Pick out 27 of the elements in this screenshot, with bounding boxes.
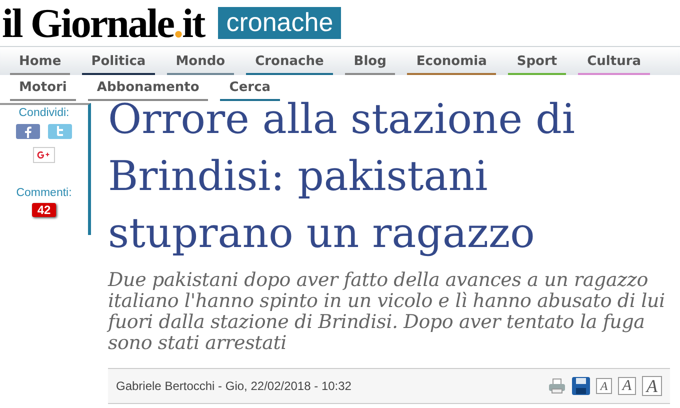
facebook-icon[interactable] <box>16 124 40 139</box>
nav-link[interactable]: Economia <box>407 54 496 75</box>
save-icon[interactable] <box>572 377 590 395</box>
nav-link[interactable]: Politica <box>82 54 155 75</box>
font-size-button[interactable]: A <box>618 377 636 395</box>
printer-icon[interactable] <box>548 378 566 394</box>
share-label: Condividi: <box>18 107 70 119</box>
nav-link[interactable]: Cronache <box>246 54 333 75</box>
font-size-button[interactable]: A <box>596 378 612 394</box>
comments-label: Commenti: <box>16 187 72 199</box>
google-plus-icon <box>37 151 51 159</box>
font-size-button[interactable]: A <box>642 376 662 396</box>
nav-link[interactable]: Home <box>10 54 70 75</box>
nav-link[interactable]: Blog <box>344 54 396 75</box>
byline-text: Gabriele Bertocchi - Gio, 22/02/2018 - 10:32 <box>116 379 352 393</box>
site-logo[interactable]: il Giornale.it <box>2 2 204 44</box>
nav-link[interactable]: Cultura <box>578 54 650 75</box>
section-label[interactable]: cronache <box>218 7 342 39</box>
nav-link[interactable]: Cerca <box>220 80 280 101</box>
nav-link[interactable]: Mondo <box>166 54 234 75</box>
article-summary: Due pakistani dopo aver fatto della avances a un ragazzo italiano l'hanno spinto in un vicolo e lì hanno abusato di lui fuori dalla stazione di Brindisi. Dopo aver tentato la fuga sono stati arrestati <box>108 270 666 354</box>
nav-link[interactable]: Sport <box>508 54 566 75</box>
google-plus-button[interactable] <box>33 147 55 163</box>
nav-link[interactable]: Motori <box>10 80 76 101</box>
comment-count[interactable]: 42 <box>32 203 56 217</box>
nav-link[interactable]: Abbonamento <box>88 80 208 101</box>
twitter-icon[interactable] <box>48 124 72 139</box>
